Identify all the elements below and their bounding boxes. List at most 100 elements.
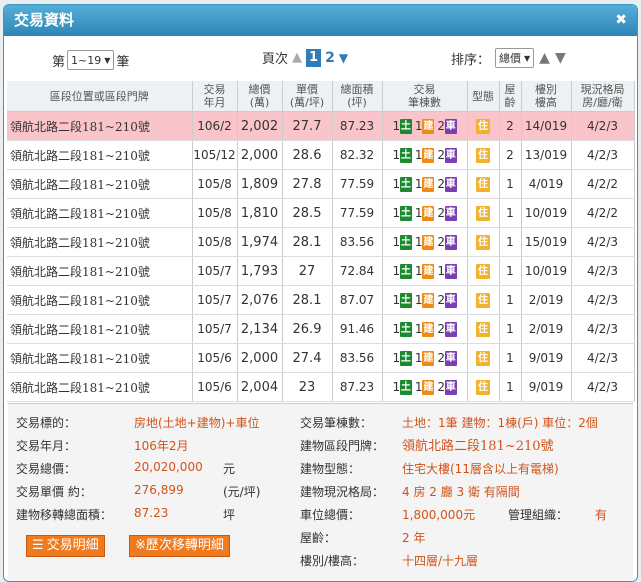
land-badge: 土 (399, 292, 412, 308)
col-type[interactable]: 型態 (467, 81, 500, 112)
residential-badge: 住 (476, 292, 490, 308)
layout-label: 建物現況格局： (300, 485, 385, 499)
cell-area: 82.32 (332, 140, 383, 170)
current-page: 1 (306, 48, 322, 67)
transactions-table: 區段位置或區段門牌 交易 年月 總價 (萬) 單價 (萬/坪) 總面積 (坪) 交易 筆棟… (7, 81, 635, 402)
sort-value: 總價 (499, 52, 522, 65)
cell-total: 2,000 (237, 343, 283, 373)
col-unit[interactable]: 單價 (萬/坪) (282, 81, 333, 112)
land-badge: 土 (399, 176, 412, 192)
car-badge: 車 (444, 321, 457, 337)
table-row[interactable]: 領航北路二段181~210號 105/8 1,810 28.5 77.59 1土… (7, 198, 635, 228)
col-age[interactable]: 屋齡 (499, 81, 522, 112)
car-badge: 車 (444, 292, 457, 308)
land-badge: 土 (399, 321, 412, 337)
transaction-detail-button[interactable]: ☰ 交易明細 (26, 535, 105, 557)
cell-unit: 26.9 (282, 314, 333, 344)
cell-total: 1,810 (237, 198, 283, 228)
col-date[interactable]: 交易 年月 (192, 81, 238, 112)
table-row[interactable]: 領航北路二段181~210號 105/6 2,000 27.4 83.56 1土… (7, 343, 635, 373)
cell-addr: 領航北路二段181~210號 (7, 256, 193, 286)
cell-date: 106/2 (192, 111, 238, 141)
cell-layout: 4/2/3 (571, 140, 635, 170)
cell-area: 77.59 (332, 198, 383, 228)
col-units[interactable]: 交易 筆棟數 (382, 81, 468, 112)
cell-total: 2,002 (237, 111, 283, 141)
cell-total: 2,076 (237, 285, 283, 315)
area-label: 建物移轉總面積： (16, 508, 113, 522)
cell-type: 住 (467, 169, 500, 199)
cell-date: 105/6 (192, 372, 238, 402)
cell-floor: 10/019 (521, 256, 572, 286)
row-range-prefix: 第 (52, 54, 66, 70)
car-badge: 車 (444, 263, 457, 279)
cell-units: 1土 1建 2車 (382, 343, 468, 373)
building-badge: 建 (422, 234, 435, 250)
building-badge: 建 (422, 147, 435, 163)
row-range-select[interactable]: 1~19 ▼ (67, 50, 115, 70)
row-range-control: 第 1~19 ▼ 筆 (52, 50, 129, 70)
sort-label: 排序： (451, 52, 491, 68)
cell-type: 住 (467, 198, 500, 228)
cell-addr: 領航北路二段181~210號 (7, 140, 193, 170)
next-page-icon[interactable]: ▼ (339, 51, 348, 65)
land-badge: 土 (399, 350, 412, 366)
area-unit: 坪 (223, 508, 236, 522)
building-badge: 建 (422, 321, 435, 337)
residential-badge: 住 (476, 350, 490, 366)
cell-area: 83.56 (332, 343, 383, 373)
sort-ascending-icon[interactable]: ▲ (539, 50, 550, 66)
age-label: 屋齡： (300, 531, 337, 545)
table-row[interactable]: 領航北路二段181~210號 105/12 2,000 28.6 82.32 1… (7, 140, 635, 170)
toolbar: 第 1~19 ▼ 筆 頁次 ▲ 1 2 ▼ 排序： 總價 ▼ ▲ ▼ (4, 36, 637, 78)
cell-units: 1土 1建 2車 (382, 227, 468, 257)
residential-badge: 住 (476, 263, 490, 279)
cell-type: 住 (467, 111, 500, 141)
cell-addr: 領航北路二段181~210號 (7, 285, 193, 315)
col-addr[interactable]: 區段位置或區段門牌 (7, 81, 193, 112)
table-row[interactable]: 領航北路二段181~210號 106/2 2,002 27.7 87.23 1土… (7, 111, 635, 141)
col-layout[interactable]: 現況格局 房/廳/衛 (571, 81, 635, 112)
sort-descending-icon[interactable]: ▼ (555, 50, 566, 66)
cell-area: 91.46 (332, 314, 383, 344)
page-2-link[interactable]: 2 (325, 50, 335, 66)
total-label: 交易總價： (16, 462, 77, 476)
table-row[interactable]: 領航北路二段181~210號 105/7 2,076 28.1 87.07 1土… (7, 285, 635, 315)
close-icon[interactable]: ✖ (615, 5, 627, 36)
cell-type: 住 (467, 372, 500, 402)
unit-price-label: 交易單價 約： (16, 485, 92, 499)
table-row[interactable]: 領航北路二段181~210號 105/7 2,134 26.9 91.46 1土… (7, 314, 635, 344)
table-row[interactable]: 領航北路二段181~210號 105/8 1,974 28.1 83.56 1土… (7, 227, 635, 257)
cell-area: 72.84 (332, 256, 383, 286)
table-row[interactable]: 領航北路二段181~210號 105/6 2,004 23 87.23 1土 1… (7, 372, 635, 402)
cell-layout: 4/2/3 (571, 256, 635, 286)
col-total[interactable]: 總價 (萬) (237, 81, 283, 112)
col-floor[interactable]: 樓別 樓高 (521, 81, 572, 112)
car-badge: 車 (444, 350, 457, 366)
chevron-down-icon: ▼ (524, 53, 531, 63)
transfer-history-button[interactable]: ※歷次移轉明細 (129, 535, 230, 557)
cell-floor: 10/019 (521, 198, 572, 228)
table-row[interactable]: 領航北路二段181~210號 105/8 1,809 27.8 77.59 1土… (7, 169, 635, 199)
building-badge: 建 (422, 379, 435, 395)
sort-select[interactable]: 總價 ▼ (495, 48, 535, 68)
residential-badge: 住 (476, 379, 490, 395)
cell-units: 1土 1建 2車 (382, 285, 468, 315)
target-value: 房地(土地+建物)+車位 (134, 416, 260, 430)
cell-area: 87.23 (332, 111, 383, 141)
date-value: 106年2月 (134, 439, 189, 453)
cell-layout: 4/2/2 (571, 198, 635, 228)
cell-date: 105/7 (192, 256, 238, 286)
cell-type: 住 (467, 343, 500, 373)
cell-date: 105/8 (192, 227, 238, 257)
cell-addr: 領航北路二段181~210號 (7, 198, 193, 228)
cell-area: 83.56 (332, 227, 383, 257)
car-badge: 車 (444, 176, 457, 192)
table-row[interactable]: 領航北路二段181~210號 105/7 1,793 27 72.84 1土 1… (7, 256, 635, 286)
prev-page-icon[interactable]: ▲ (292, 50, 302, 65)
cell-type: 住 (467, 256, 500, 286)
col-area[interactable]: 總面積 (坪) (332, 81, 383, 112)
floor-label: 樓別/樓高： (300, 554, 365, 568)
building-type-value: 住宅大樓(11層含以上有電梯) (402, 462, 559, 476)
count-value: 土地：1筆 建物：1棟(戶) 車位：2個 (402, 416, 598, 430)
